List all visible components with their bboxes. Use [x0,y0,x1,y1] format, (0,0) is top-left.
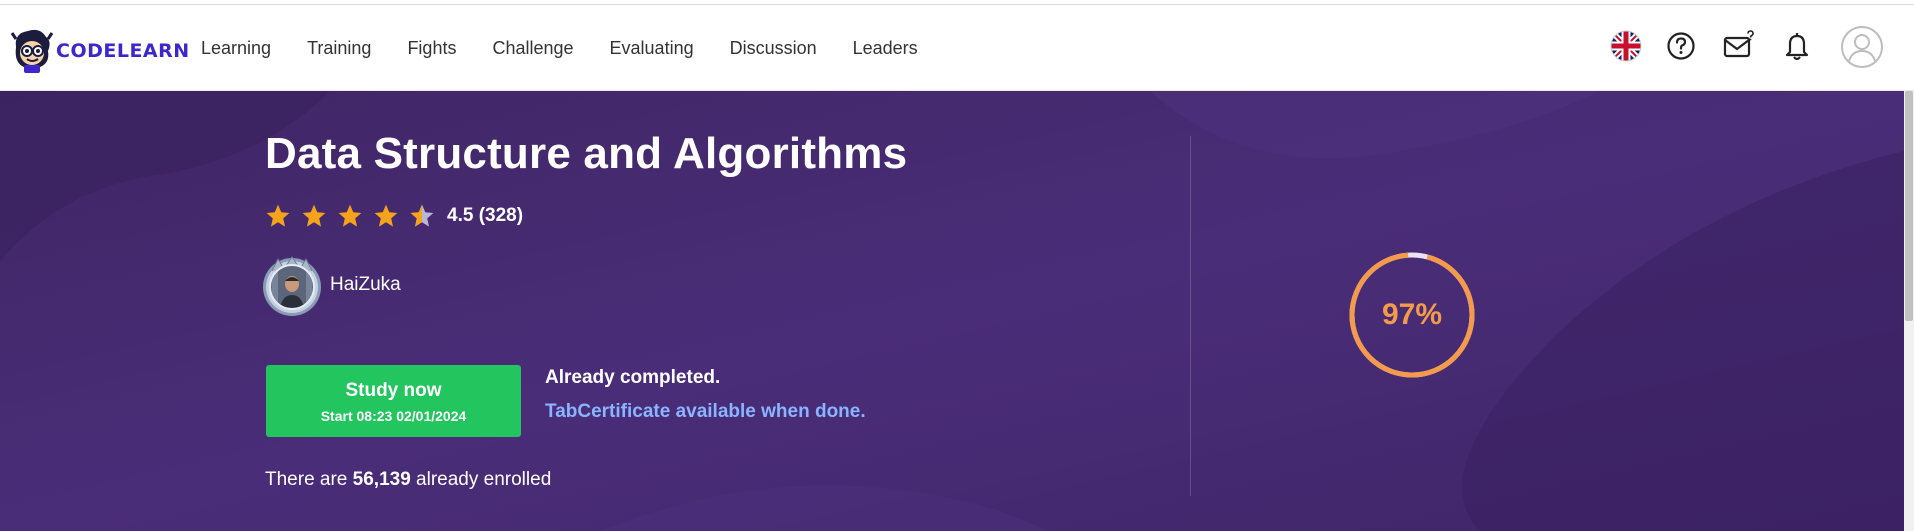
study-now-button[interactable]: Study now Start 08:23 02/01/2024 [266,365,521,437]
messages-icon[interactable] [1722,29,1756,63]
author[interactable]: HaiZuka [258,251,401,319]
header-actions [0,5,1914,91]
study-now-label: Study now [345,380,442,401]
help-icon[interactable] [1664,29,1698,63]
course-hero: Data Structure and Algorithms 4.5 (328) [0,91,1904,531]
author-name: HaiZuka [330,274,401,295]
enrolled-count-text: There are 56,139 already enrolled [265,469,551,491]
course-title: Data Structure and Algorithms [265,129,908,178]
bell-icon[interactable] [1780,29,1814,63]
author-avatar [263,256,321,316]
star-icon [374,204,398,227]
uk-flag-icon[interactable] [1609,29,1643,63]
enrolled-count: 56,139 [352,469,411,490]
study-start-date: Start 08:23 02/01/2024 [320,408,467,424]
certificate-link[interactable]: TabCertificate available when done. [545,401,866,423]
vertical-divider [1190,136,1191,496]
page-scrollbar[interactable] [1904,91,1914,531]
progress-percent: 97% [1381,298,1443,331]
rating: 4.5 (328) [265,203,523,229]
star-icon [338,204,362,227]
progress-ring: 97% [1348,251,1476,379]
half-star-icon [410,204,434,227]
star-icon [302,204,326,227]
user-icon[interactable] [1840,25,1884,69]
rating-text: 4.5 (328) [447,205,524,226]
completion-status: Already completed. [545,367,721,388]
star-icon [266,204,290,227]
enrolled-suffix: already enrolled [410,469,552,490]
enrolled-prefix: There are [265,469,353,490]
scrollbar-thumb[interactable] [1905,91,1913,321]
top-navbar: CODELEARN Learning Training Fights Chall… [0,5,1914,91]
